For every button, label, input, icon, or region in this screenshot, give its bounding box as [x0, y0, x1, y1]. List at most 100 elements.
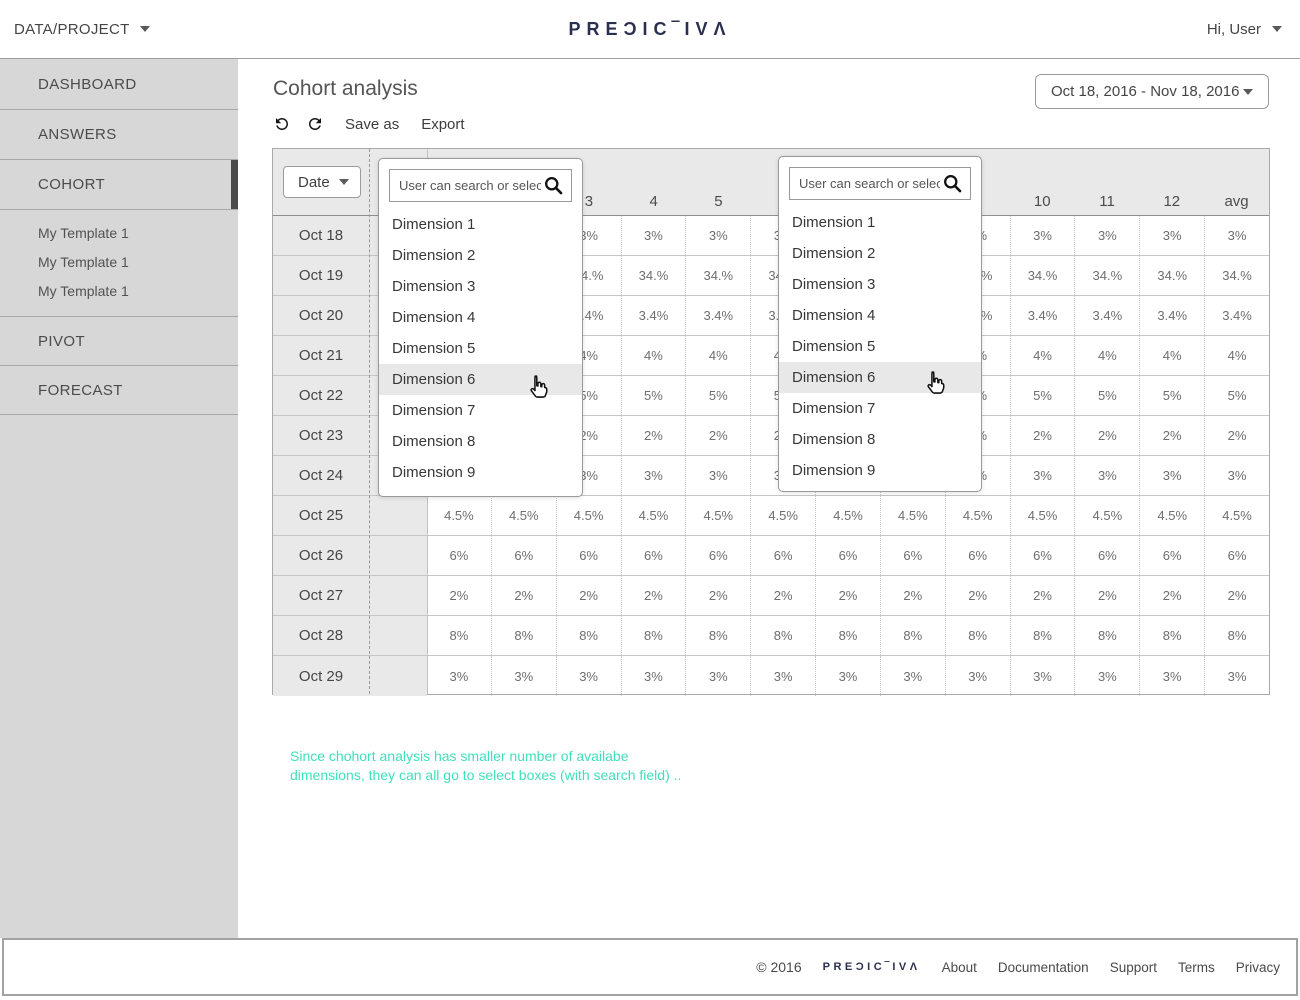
cell-value: 3% [815, 656, 880, 696]
cell-value: 6% [945, 536, 1010, 575]
cell-value: 8% [1010, 616, 1075, 655]
cell-value: 3% [621, 456, 686, 495]
dropdown-item[interactable]: Dimension 2 [379, 240, 582, 271]
cell-value: 6% [750, 536, 815, 575]
footer-link-about[interactable]: About [942, 960, 977, 975]
cell-value: 3% [685, 456, 750, 495]
cell-value: 6% [621, 536, 686, 575]
sidebar-item-template-3[interactable]: My Template 1 [0, 277, 238, 306]
export-button[interactable]: Export [421, 116, 464, 133]
sidebar: DASHBOARD ANSWERS COHORT My Template 1 M… [0, 59, 238, 938]
dropdown-item[interactable]: Dimension 8 [779, 424, 981, 455]
undo-icon[interactable] [273, 115, 291, 133]
cell-value: 3% [685, 216, 750, 255]
dropdown-item[interactable]: Dimension 1 [379, 209, 582, 240]
toolbar: Save as Export [273, 111, 487, 137]
cell-value: 8% [815, 616, 880, 655]
page-title: Cohort analysis [273, 77, 418, 101]
cell-value: 8% [427, 616, 491, 655]
cell-value: 5% [1010, 376, 1075, 415]
cell-value: 6% [880, 536, 945, 575]
sidebar-item-template-1[interactable]: My Template 1 [0, 219, 238, 248]
cell-value: 3.4% [621, 296, 686, 335]
sidebar-item-answers[interactable]: ANSWERS [0, 110, 238, 160]
chevron-down-icon [339, 179, 349, 185]
cell-value: 2% [750, 576, 815, 615]
cell-value: 34.% [1204, 256, 1269, 295]
cell-value: 3.4% [1074, 296, 1139, 335]
cell-value: 3% [1074, 216, 1139, 255]
row-date: Oct 29 [273, 656, 369, 696]
dropdown-item[interactable]: Dimension 7 [779, 393, 981, 424]
cell-value: 2% [621, 576, 686, 615]
sidebar-item-template-2[interactable]: My Template 1 [0, 248, 238, 277]
dropdown-item[interactable]: Dimension 4 [779, 300, 981, 331]
cell-value: 3% [880, 656, 945, 696]
column-header: 11 [1075, 193, 1140, 210]
column-header: 12 [1139, 193, 1204, 210]
user-menu[interactable]: Hi, User [1207, 0, 1282, 58]
dropdown-item[interactable]: Dimension 1 [779, 207, 981, 238]
dropdown-item[interactable]: Dimension 5 [779, 331, 981, 362]
cell-value: 6% [1204, 536, 1269, 575]
cell-value: 2% [1074, 416, 1139, 455]
cell-value: 4.5% [1074, 496, 1139, 535]
cell-value: 2% [945, 576, 1010, 615]
row-date: Oct 21 [273, 336, 369, 375]
cell-value: 3% [1204, 656, 1269, 696]
dropdown-item[interactable]: Dimension 6 [379, 364, 582, 395]
sidebar-item-cohort[interactable]: COHORT [0, 160, 238, 210]
cell-value: 2% [1204, 416, 1269, 455]
dropdown-item[interactable]: Dimension 5 [379, 333, 582, 364]
dropdown-item[interactable]: Dimension 2 [779, 238, 981, 269]
project-menu[interactable]: DATA/PROJECT [14, 0, 150, 58]
cell-value: 3% [621, 216, 686, 255]
cell-value: 2% [556, 576, 621, 615]
sidebar-item-pivot[interactable]: PIVOT [0, 317, 238, 366]
save-as-button[interactable]: Save as [345, 116, 399, 133]
cell-value: 3.4% [1204, 296, 1269, 335]
row-date: Oct 19 [273, 256, 369, 295]
dropdown-item[interactable]: Dimension 7 [379, 395, 582, 426]
sidebar-item-dashboard[interactable]: DASHBOARD [0, 59, 238, 110]
column-header: avg [1204, 193, 1269, 210]
dropdown-item[interactable]: Dimension 9 [779, 455, 981, 486]
cell-value: 3% [1010, 656, 1075, 696]
cell-value: 8% [556, 616, 621, 655]
footer-link-support[interactable]: Support [1110, 960, 1157, 975]
dropdown-item[interactable]: Dimension 3 [779, 269, 981, 300]
dropdown-search-box[interactable] [389, 169, 572, 202]
sidebar-item-forecast[interactable]: FORECAST [0, 366, 238, 415]
redo-icon[interactable] [306, 115, 324, 133]
cell-value: 2% [1139, 576, 1204, 615]
dropdown-item[interactable]: Dimension 8 [379, 426, 582, 457]
cell-value: 4% [1204, 336, 1269, 375]
cell-value: 34.% [1139, 256, 1204, 295]
footer-link-privacy[interactable]: Privacy [1236, 960, 1280, 975]
cell-value: 34.% [1010, 256, 1075, 295]
footer-link-documentation[interactable]: Documentation [998, 960, 1089, 975]
row-date: Oct 26 [273, 536, 369, 575]
search-input[interactable] [790, 176, 940, 191]
cell-value: 3% [1204, 216, 1269, 255]
cell-value: 2% [1204, 576, 1269, 615]
date-range-value: Oct 18, 2016 - Nov 18, 2016 [1051, 83, 1239, 100]
cell-value: 6% [1139, 536, 1204, 575]
dropdown-search-box[interactable] [789, 167, 971, 200]
column-header: 5 [686, 193, 751, 210]
cell-value: 4.5% [621, 496, 686, 535]
annotation-note: Since chohort analysis has smaller numbe… [290, 747, 681, 785]
date-range-select[interactable]: Oct 18, 2016 - Nov 18, 2016 [1035, 74, 1269, 109]
cell-value: 2% [491, 576, 556, 615]
footer-link-terms[interactable]: Terms [1178, 960, 1215, 975]
cell-value: 8% [945, 616, 1010, 655]
dropdown-item[interactable]: Dimension 6 [779, 362, 981, 393]
cell-value: 2% [621, 416, 686, 455]
dropdown-item[interactable]: Dimension 4 [379, 302, 582, 333]
dropdown-item[interactable]: Dimension 9 [379, 457, 582, 488]
row-date: Oct 18 [273, 216, 369, 255]
cell-value: 8% [1204, 616, 1269, 655]
search-input[interactable] [390, 178, 541, 193]
date-column-dropdown[interactable]: Date [283, 166, 361, 198]
dropdown-item[interactable]: Dimension 3 [379, 271, 582, 302]
